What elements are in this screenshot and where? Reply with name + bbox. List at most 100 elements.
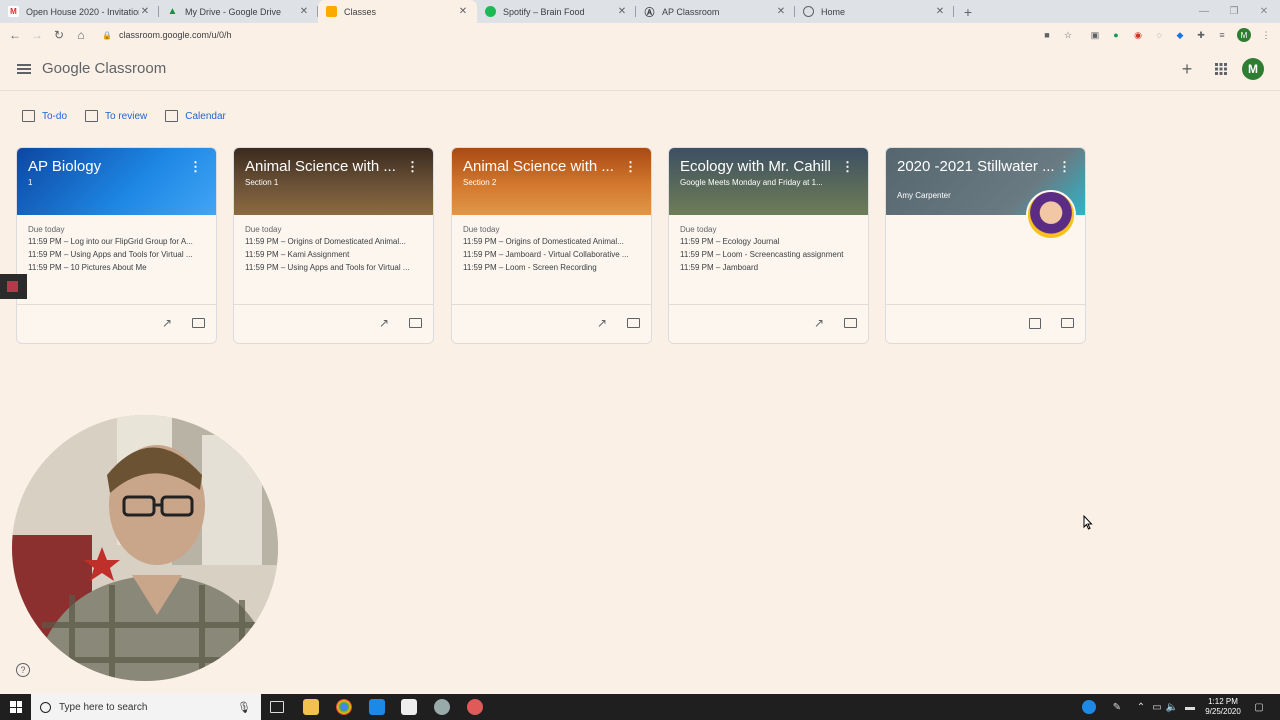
menu-icon[interactable]: ⋮ (1256, 23, 1276, 47)
class-banner[interactable]: Animal Science with ... Section 2 ⋮ (452, 148, 651, 215)
profile-avatar[interactable]: M (1234, 23, 1254, 47)
network-icon[interactable]: ▭ (1150, 694, 1164, 720)
recording-widget[interactable] (0, 274, 27, 299)
trending-up-icon[interactable]: ↗ (812, 317, 826, 329)
calendar-link[interactable]: Calendar (165, 110, 226, 122)
extension-icon[interactable]: ◌ (1149, 23, 1169, 47)
extension-icon[interactable]: ▣ (1085, 23, 1105, 47)
chrome-icon[interactable] (336, 699, 352, 715)
class-title[interactable]: Animal Science with ... (245, 158, 403, 175)
more-options-icon[interactable]: ⋮ (189, 160, 202, 173)
assignment-link[interactable]: 11:59 PM – Log into our FlipGrid Group f… (28, 237, 208, 247)
browser-tab[interactable]: Spotify – Brain Food ✕ (477, 0, 636, 23)
browser-tab[interactable]: Ⓐ AP Classroom ✕ (636, 0, 795, 23)
windows-start-icon[interactable] (10, 701, 22, 713)
camera-icon[interactable]: ■ (1037, 23, 1057, 47)
browser-tab[interactable]: ▲ My Drive - Google Drive ✕ (159, 0, 318, 23)
show-hidden-icons[interactable]: ⌃ (1134, 694, 1148, 720)
taskbar-search-box[interactable]: Type here to search 🎙 (31, 694, 261, 720)
create-join-class-icon[interactable]: + (1177, 47, 1197, 91)
browser-tab[interactable]: Home ✕ (795, 0, 954, 23)
more-options-icon[interactable]: ⋮ (841, 160, 854, 173)
assignment-link[interactable]: 11:59 PM – Using Apps and Tools for Virt… (28, 250, 208, 260)
volume-icon[interactable]: 🔈 (1165, 694, 1179, 720)
to-review-link[interactable]: To review (85, 110, 147, 122)
assignment-link[interactable]: 11:59 PM – Loom - Screencasting assignme… (680, 250, 860, 260)
trending-up-icon[interactable]: ↗ (160, 317, 174, 329)
apps-grid-icon[interactable] (1211, 47, 1231, 91)
class-banner[interactable]: Ecology with Mr. Cahill Google Meets Mon… (669, 148, 868, 215)
class-title[interactable]: Animal Science with ... (463, 158, 621, 175)
maximize-window-button[interactable]: ❐ (1218, 0, 1250, 23)
assignment-link[interactable]: 11:59 PM – 10 Pictures About Me (28, 263, 208, 273)
close-tab-icon[interactable]: ✕ (298, 6, 310, 17)
file-explorer-icon[interactable] (303, 699, 319, 715)
system-clock[interactable]: 1:12 PM 9/25/2020 (1199, 697, 1247, 717)
class-card[interactable]: Ecology with Mr. Cahill Google Meets Mon… (668, 147, 869, 344)
main-menu-icon[interactable] (17, 63, 31, 74)
address-bar[interactable]: 🔒 classroom.google.com/u/0/h (102, 30, 232, 40)
assignment-link[interactable]: 11:59 PM – Jamboard (680, 263, 860, 273)
close-window-button[interactable]: ✕ (1248, 0, 1280, 23)
extension-icon[interactable]: ● (1106, 23, 1126, 47)
close-tab-icon[interactable]: ✕ (934, 6, 946, 17)
more-options-icon[interactable]: ⋮ (406, 160, 419, 173)
calculator-icon[interactable] (401, 699, 417, 715)
mail-app-icon[interactable] (369, 699, 385, 715)
browser-tab-active[interactable]: Classes ✕ (318, 0, 477, 23)
class-title[interactable]: Ecology with Mr. Cahill (680, 158, 838, 175)
microphone-icon[interactable]: 🎙 (237, 701, 251, 714)
new-tab-button[interactable]: + (958, 0, 978, 23)
close-tab-icon[interactable]: ✕ (616, 6, 628, 17)
folder-icon[interactable] (409, 318, 422, 328)
class-banner[interactable]: Animal Science with ... Section 1 ⋮ (234, 148, 433, 215)
assignment-link[interactable]: 11:59 PM – Loom - Screen Recording (463, 263, 643, 273)
assignment-link[interactable]: 11:59 PM – Origins of Domesticated Anima… (245, 237, 425, 247)
screencast-app-icon[interactable] (467, 699, 483, 715)
back-icon[interactable]: ← (4, 28, 26, 42)
assignment-link[interactable]: 11:59 PM – Jamboard - Virtual Collaborat… (463, 250, 643, 260)
class-title[interactable]: AP Biology (28, 158, 186, 175)
help-icon[interactable]: ? (16, 663, 30, 677)
close-tab-icon[interactable]: ✕ (457, 6, 469, 17)
browser-tab[interactable]: M Open House 2020 - Invitation to ✕ (0, 0, 159, 23)
class-title[interactable]: 2020 -2021 Stillwater ... (897, 158, 1055, 175)
close-tab-icon[interactable]: ✕ (139, 6, 151, 17)
class-banner[interactable]: AP Biology 1 ⋮ (17, 148, 216, 215)
assignment-link[interactable]: 11:59 PM – Origins of Domesticated Anima… (463, 237, 643, 247)
class-card[interactable]: 2020 -2021 Stillwater ... Amy Carpenter … (885, 147, 1086, 344)
assignment-icon[interactable] (1029, 318, 1041, 329)
app-icon[interactable] (434, 699, 450, 715)
folder-icon[interactable] (844, 318, 857, 328)
puzzle-icon[interactable]: ✚ (1191, 23, 1211, 47)
home-icon[interactable]: ⌂ (70, 28, 92, 42)
assignment-link[interactable]: 11:59 PM – Kami Assignment (245, 250, 425, 260)
forward-icon[interactable]: → (26, 28, 48, 42)
playlist-icon[interactable]: ≡ (1212, 23, 1232, 47)
trending-up-icon[interactable]: ↗ (377, 317, 391, 329)
folder-icon[interactable] (627, 318, 640, 328)
close-tab-icon[interactable]: ✕ (775, 6, 787, 17)
extension-icon[interactable]: ◉ (1128, 23, 1148, 47)
reload-icon[interactable]: ↻ (48, 28, 70, 42)
pen-icon[interactable]: ✎ (1108, 694, 1126, 720)
class-card[interactable]: Animal Science with ... Section 2 ⋮ Due … (451, 147, 652, 344)
notifications-icon[interactable]: ▢ (1250, 694, 1268, 720)
assignment-link[interactable]: 11:59 PM – Ecology Journal (680, 237, 860, 247)
tray-app-icon[interactable] (1080, 694, 1098, 720)
class-card[interactable]: AP Biology 1 ⋮ Due today 11:59 PM – Log … (16, 147, 217, 344)
extension-icon[interactable]: ◆ (1170, 23, 1190, 47)
folder-icon[interactable] (1061, 318, 1074, 328)
task-view-icon[interactable] (270, 701, 284, 713)
todo-link[interactable]: To-do (22, 110, 67, 122)
folder-icon[interactable] (192, 318, 205, 328)
assignment-link[interactable]: 11:59 PM – Using Apps and Tools for Virt… (245, 263, 425, 273)
stop-recording-icon[interactable] (7, 281, 18, 292)
more-options-icon[interactable]: ⋮ (624, 160, 637, 173)
battery-icon[interactable]: ▬ (1182, 694, 1198, 720)
minimize-window-button[interactable]: — (1188, 0, 1220, 23)
app-logo[interactable]: Google Classroom (42, 60, 166, 77)
trending-up-icon[interactable]: ↗ (595, 317, 609, 329)
more-options-icon[interactable]: ⋮ (1058, 160, 1071, 173)
star-icon[interactable]: ☆ (1058, 23, 1078, 47)
